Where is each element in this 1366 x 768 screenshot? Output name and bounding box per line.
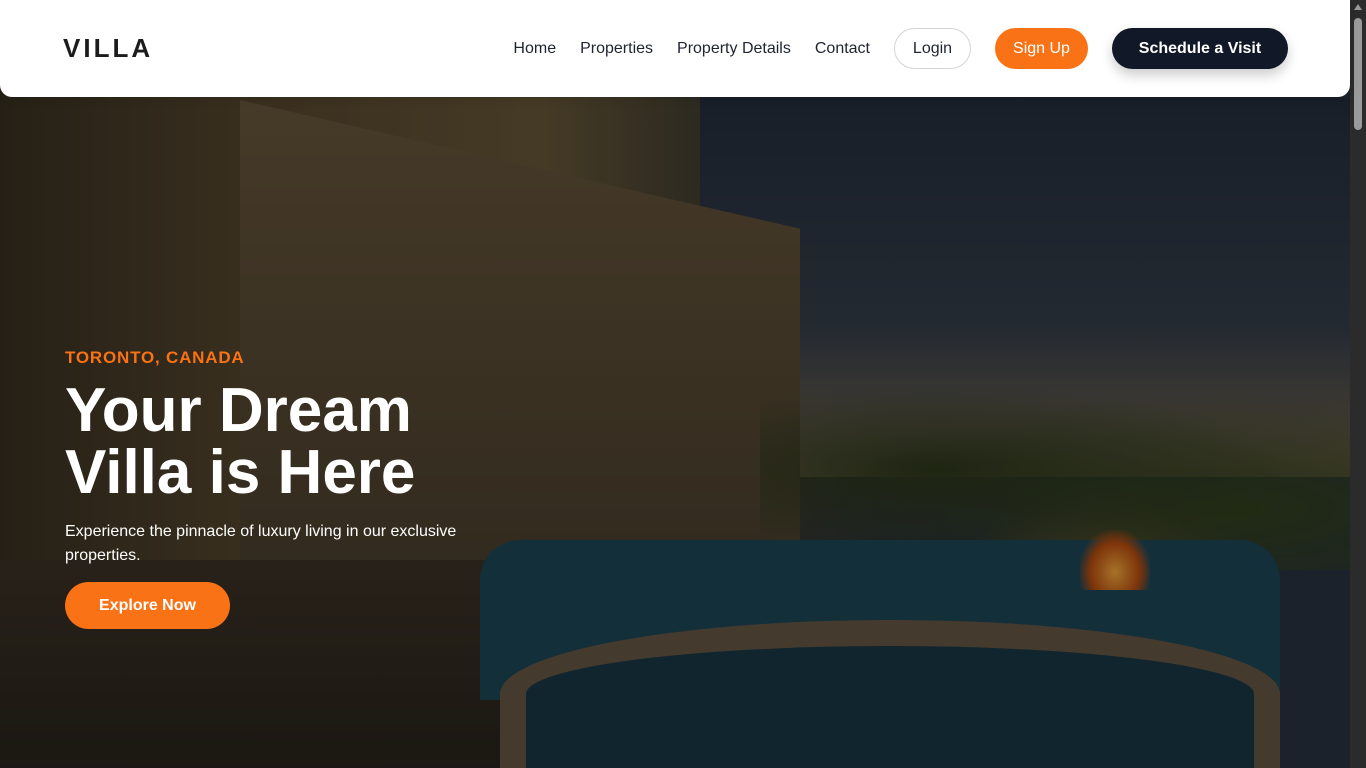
- main-nav: Home Properties Property Details Contact…: [513, 28, 1288, 69]
- signup-button[interactable]: Sign Up: [995, 28, 1088, 69]
- hero-content: TORONTO, CANADA Your Dream Villa is Here …: [65, 348, 525, 629]
- hero-location: TORONTO, CANADA: [65, 348, 245, 367]
- explore-now-button[interactable]: Explore Now: [65, 582, 230, 629]
- hero-title: Your Dream Villa is Here: [65, 380, 485, 504]
- login-button[interactable]: Login: [894, 28, 971, 69]
- hero-title-line1: Your Dream: [65, 376, 412, 445]
- nav-properties[interactable]: Properties: [580, 40, 653, 58]
- schedule-visit-button[interactable]: Schedule a Visit: [1112, 28, 1288, 69]
- scrollbar-thumb[interactable]: [1354, 18, 1362, 130]
- nav-property-details[interactable]: Property Details: [677, 40, 791, 58]
- logo[interactable]: VILLA: [63, 33, 153, 64]
- hero-description: Experience the pinnacle of luxury living…: [65, 523, 457, 564]
- scroll-up-arrow-icon[interactable]: [1354, 4, 1362, 10]
- nav-home[interactable]: Home: [513, 40, 556, 58]
- scrollbar[interactable]: [1350, 0, 1366, 768]
- nav-contact[interactable]: Contact: [815, 40, 870, 58]
- hero-title-line2: Villa is Here: [65, 438, 416, 507]
- site-header: VILLA Home Properties Property Details C…: [0, 0, 1350, 97]
